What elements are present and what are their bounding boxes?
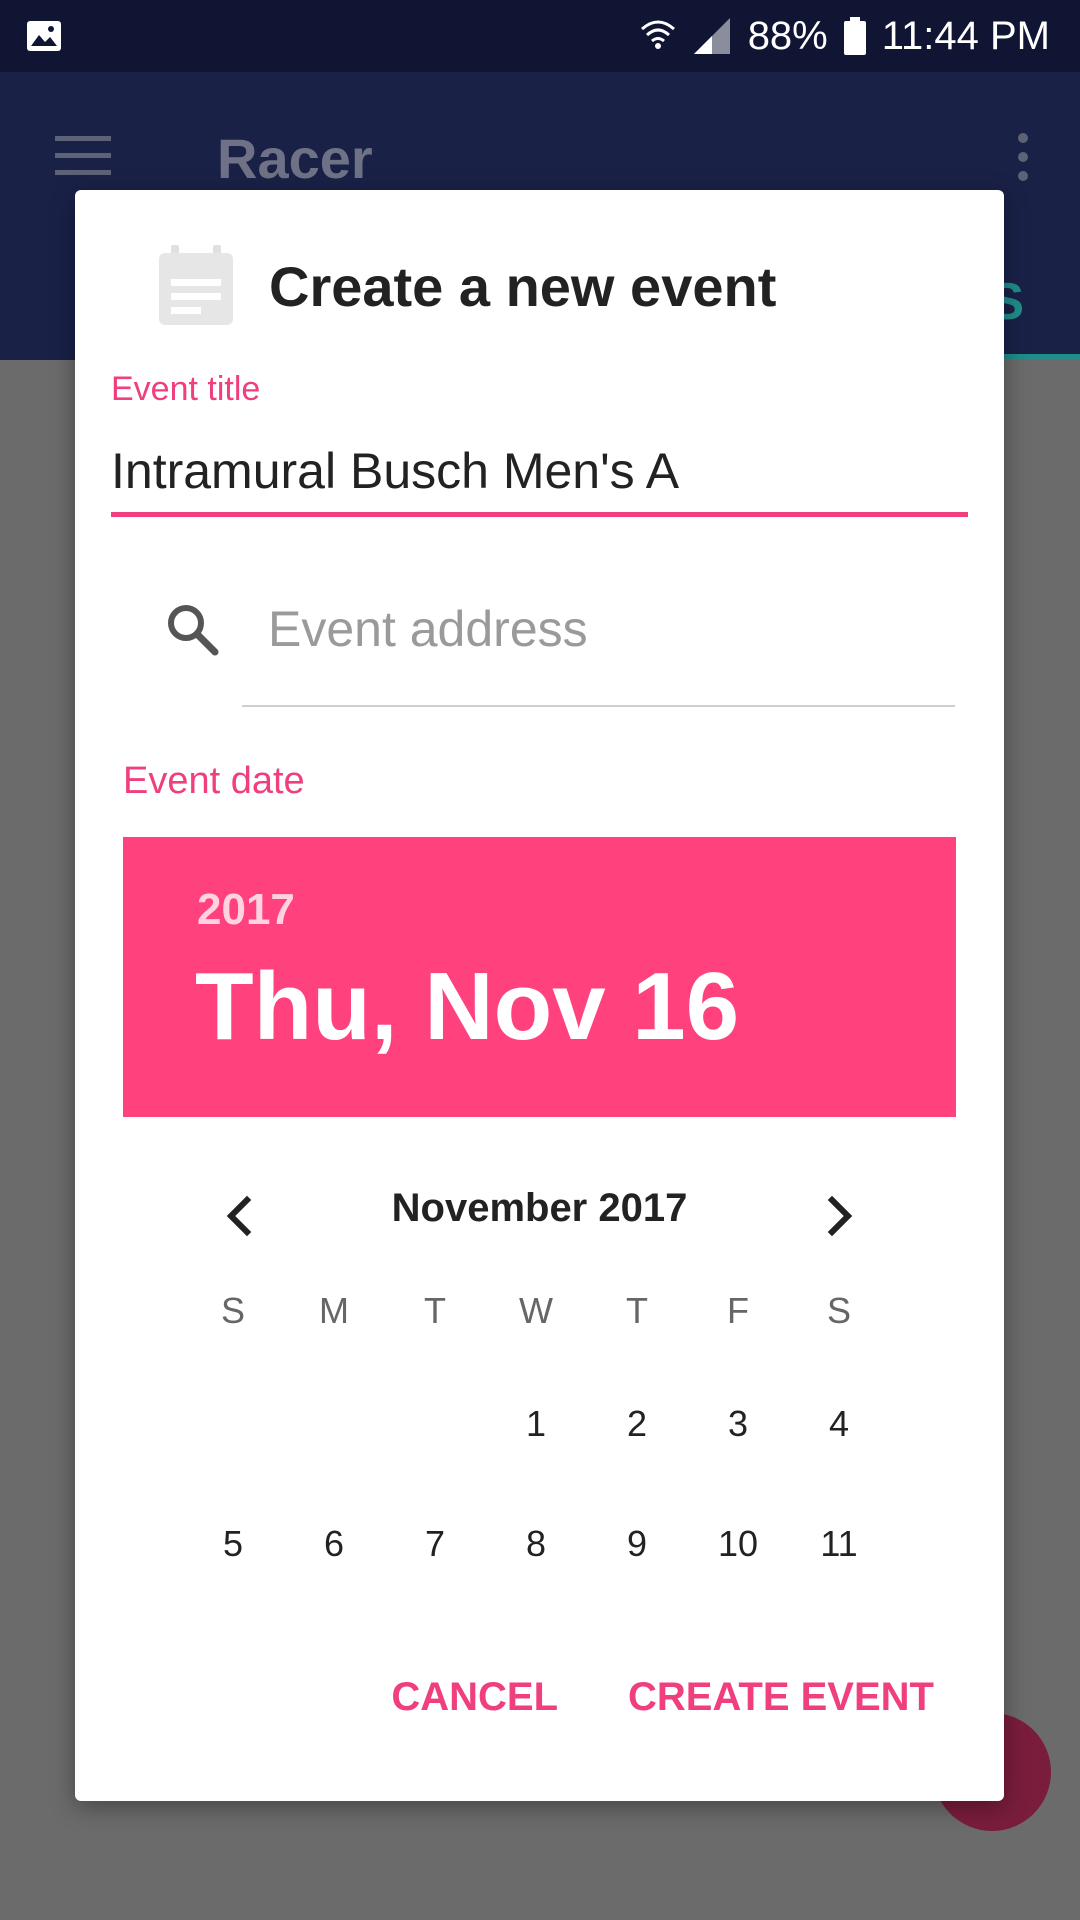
- day-cell[interactable]: 6: [294, 1523, 374, 1565]
- event-title-label: Event title: [111, 370, 261, 408]
- search-icon: [168, 605, 219, 656]
- app-title: Racer: [217, 127, 373, 190]
- day-cell[interactable]: 9: [597, 1523, 677, 1565]
- clock: 11:44 PM: [881, 13, 1050, 58]
- event-title-underline: [111, 512, 968, 517]
- status-bar: 88% 11:44 PM: [0, 0, 1080, 72]
- day-cell[interactable]: 8: [496, 1523, 576, 1565]
- weekday-label: S: [220, 1290, 245, 1331]
- month-navigation: November 2017: [123, 1180, 956, 1250]
- day-cell[interactable]: 1: [496, 1403, 576, 1445]
- day-cell[interactable]: 7: [395, 1523, 475, 1565]
- weekday-label: T: [424, 1290, 446, 1331]
- week-row: 5 6 7 8 9 10 11: [75, 1523, 1004, 1583]
- event-address-field[interactable]: Event address: [163, 590, 943, 700]
- calendar-icon: [159, 245, 233, 325]
- signal-icon: [693, 18, 730, 54]
- week-row: 1 2 3 4: [75, 1403, 1004, 1463]
- cancel-button[interactable]: CANCEL: [391, 1675, 558, 1720]
- dialog-header: Create a new event: [157, 245, 776, 327]
- weekday-label: S: [826, 1290, 851, 1331]
- weekday-header-row: S M T W T F S: [75, 1290, 1004, 1350]
- weekday-label: M: [319, 1290, 349, 1331]
- event-address-placeholder: Event address: [268, 601, 588, 657]
- weekday-label: W: [519, 1290, 553, 1331]
- event-address-underline: [242, 705, 955, 707]
- weekday-label: T: [626, 1290, 648, 1331]
- day-cell[interactable]: 2: [597, 1403, 677, 1445]
- selected-year[interactable]: 2017: [197, 885, 295, 935]
- dialog-actions: CANCEL CREATE EVENT: [391, 1675, 934, 1720]
- more-options-icon[interactable]: [1016, 132, 1030, 182]
- day-cell[interactable]: 11: [799, 1523, 879, 1565]
- day-cell[interactable]: 5: [193, 1523, 273, 1565]
- event-title-input[interactable]: Intramural Busch Men's A: [111, 442, 679, 500]
- date-picker-header: 2017 Thu, Nov 16: [123, 837, 956, 1117]
- create-event-button[interactable]: CREATE EVENT: [628, 1675, 934, 1720]
- selected-date[interactable]: Thu, Nov 16: [195, 952, 739, 1062]
- event-date-label: Event date: [123, 760, 305, 802]
- dialog-title: Create a new event: [269, 254, 777, 318]
- day-cell[interactable]: 3: [698, 1403, 778, 1445]
- weekday-label: F: [727, 1290, 749, 1331]
- chevron-right-icon[interactable]: [820, 1194, 860, 1238]
- menu-icon[interactable]: [55, 136, 111, 176]
- day-cell[interactable]: 10: [698, 1523, 778, 1565]
- create-event-dialog: Create a new event Event title Intramura…: [75, 190, 1004, 1801]
- battery-percent: 88%: [747, 13, 828, 58]
- wifi-icon: [640, 20, 675, 49]
- battery-icon: [843, 17, 866, 55]
- gallery-icon: [27, 21, 61, 51]
- day-cell[interactable]: 4: [799, 1403, 879, 1445]
